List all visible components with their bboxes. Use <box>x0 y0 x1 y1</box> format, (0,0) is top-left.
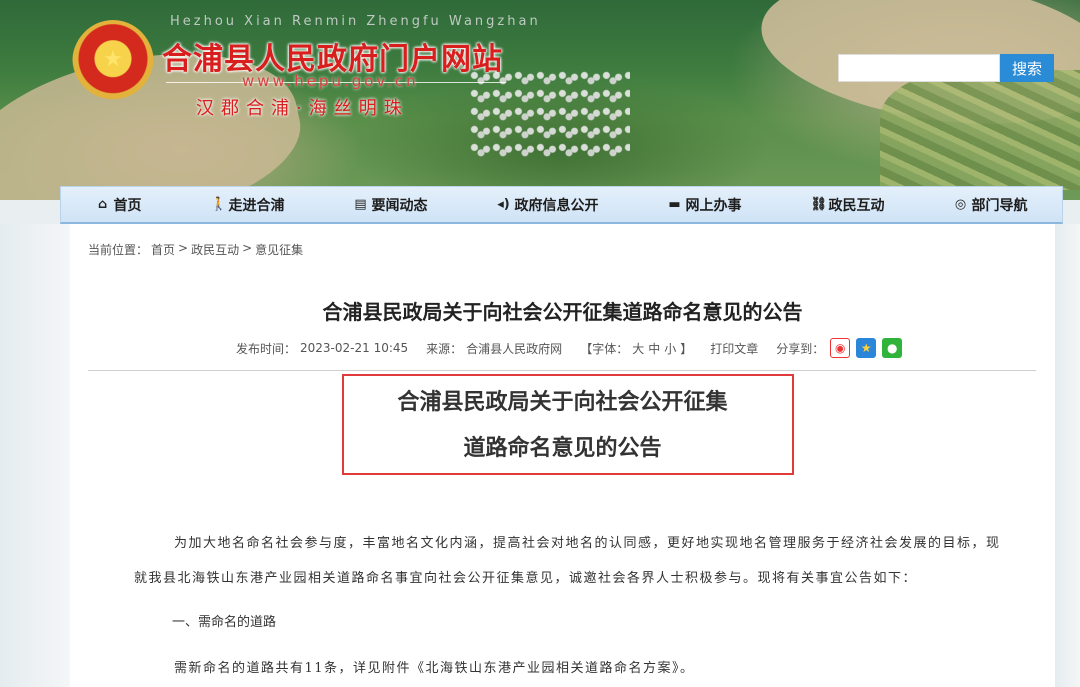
paragraph-line: 为加大地名命名社会参与度，丰富地名文化内涵，提高社会对地名的认同感，更好地实现地… <box>174 536 1001 551</box>
article-meta: 发布时间： 2023-02-21 10:45 来源： 合浦县人民政府网 【字体：… <box>236 338 903 358</box>
breadcrumb-prefix: 当前位置： <box>88 243 149 257</box>
publish-time: 2023-02-21 10:45 <box>300 341 409 355</box>
link-icon: ⛓ <box>810 197 828 212</box>
nav-item-home[interactable]: ⌂ 首页 <box>96 195 142 215</box>
banner-village <box>470 70 630 160</box>
site-url: www.hepu.gov.cn <box>242 72 419 90</box>
search-button[interactable]: 搜索 <box>1000 54 1054 82</box>
nav-item-online-services[interactable]: ▬ 网上办事 <box>668 195 742 215</box>
nav-item-news[interactable]: ▤ 要闻动态 <box>354 195 428 215</box>
nav-item-about[interactable]: 🚶 走进合浦 <box>211 195 285 215</box>
font-size-large[interactable]: 大 <box>632 340 644 357</box>
nav-item-label: 政府信息公开 <box>514 197 599 214</box>
home-icon: ⌂ <box>97 197 108 212</box>
body-title-line1: 合浦县民政局关于向社会公开征集 <box>397 390 728 415</box>
source: 合浦县人民政府网 <box>466 341 563 356</box>
breadcrumb-separator: > <box>242 241 253 255</box>
search-input[interactable] <box>838 54 1000 82</box>
share-label: 分享到： <box>776 341 825 356</box>
body-title-line2: 道路命名意见的公告 <box>463 436 662 461</box>
nav-item-gov-info[interactable]: ◂) 政府信息公开 <box>497 195 599 215</box>
speaker-icon: ◂) <box>497 197 510 212</box>
site-slogan: 汉郡合浦·海丝明珠 <box>196 98 409 119</box>
site-pinyin: Hezhou Xian Renmin Zhengfu Wangzhan <box>170 14 541 29</box>
breadcrumb-opinion-collection[interactable]: 意见征集 <box>255 241 303 258</box>
content-panel: 当前位置： 首页 > 政民互动 > 意见征集 合浦县民政局关于向社会公开征集道路… <box>70 224 1055 687</box>
publish-time-label: 发布时间： <box>236 341 297 356</box>
nav-item-label: 首页 <box>113 197 142 214</box>
paragraph-line: 就我县北海铁山东港产业园相关道路命名事宜向社会公开征集意见，诚邀社会各界人士积极… <box>134 571 918 586</box>
source-label: 来源： <box>426 341 463 356</box>
left-side-background <box>0 224 70 687</box>
nav-item-interaction[interactable]: ⛓ 政民互动 <box>811 195 885 215</box>
font-size-label: 【字体： <box>580 341 629 356</box>
qzone-share-icon[interactable]: ★ <box>856 338 877 358</box>
print-article-link[interactable]: 打印文章 <box>710 340 758 357</box>
font-size-small[interactable]: 小 <box>664 340 676 357</box>
banner-fields <box>880 70 1080 190</box>
breadcrumb: 当前位置： 首页 > 政民互动 > 意见征集 <box>88 241 303 258</box>
weibo-share-icon[interactable]: ◉ <box>830 338 851 358</box>
nav-item-label: 要闻动态 <box>371 197 428 214</box>
monitor-icon: ▬ <box>668 197 681 212</box>
breadcrumb-interaction[interactable]: 政民互动 <box>191 241 239 258</box>
compass-icon: ◎ <box>954 197 967 212</box>
wechat-share-icon[interactable]: ● <box>882 338 903 358</box>
nav-item-label: 网上办事 <box>685 197 742 214</box>
section-text: 需新命名的道路共有11条，详见附件《北海铁山东港产业园相关道路命名方案》。 <box>174 661 695 676</box>
nav-item-label: 部门导航 <box>971 197 1028 214</box>
main-nav: ⌂ 首页 🚶 走进合浦 ▤ 要闻动态 ◂) 政府信息公开 ▬ 网上办事 ⛓ 政民… <box>60 186 1063 224</box>
meta-divider <box>88 370 1036 371</box>
font-size-medium[interactable]: 中 <box>648 340 660 357</box>
section-heading: 一、需命名的道路 <box>172 615 277 630</box>
right-side-background <box>1055 224 1080 687</box>
walk-icon: 🚶 <box>210 197 227 212</box>
document-icon: ▤ <box>354 197 367 212</box>
nav-item-departments[interactable]: ◎ 部门导航 <box>954 195 1028 215</box>
breadcrumb-separator: > <box>178 241 189 255</box>
nav-item-label: 走进合浦 <box>228 197 285 214</box>
search-box: 搜索 <box>838 54 1054 82</box>
font-size-close: 】 <box>680 341 693 356</box>
nav-item-label: 政民互动 <box>828 197 885 214</box>
emblem-star-icon: ★ <box>103 46 123 71</box>
header-banner: ★ Hezhou Xian Renmin Zhengfu Wangzhan 合浦… <box>0 0 1080 200</box>
article-title: 合浦县民政局关于向社会公开征集道路命名意见的公告 <box>322 300 803 324</box>
breadcrumb-home[interactable]: 首页 <box>151 241 175 258</box>
national-emblem-icon: ★ <box>72 20 154 106</box>
